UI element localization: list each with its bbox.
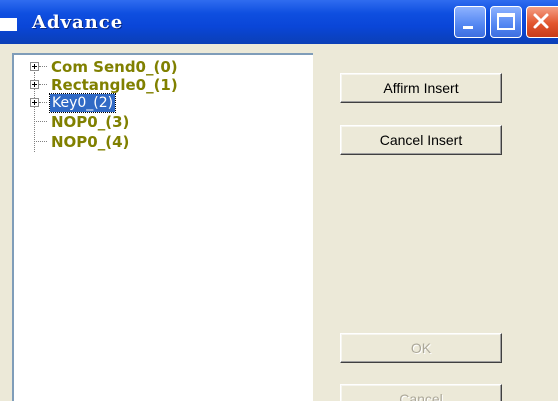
window-title: Advance <box>32 12 124 33</box>
tree-view[interactable]: Com Send0_(0) Rectangle0_(1) Key0_(2) NO… <box>12 53 313 401</box>
tree-item-rectangle[interactable]: Rectangle0_(1) <box>14 76 313 94</box>
expand-plus-icon[interactable] <box>30 62 39 71</box>
tree-item-label: Rectangle0_(1) <box>51 76 178 94</box>
maximize-button[interactable] <box>490 6 522 38</box>
tree-item-com-send[interactable]: Com Send0_(0) <box>14 58 313 76</box>
expand-plus-icon[interactable] <box>30 98 39 107</box>
affirm-insert-button[interactable]: Affirm Insert <box>340 73 502 103</box>
cancel-button[interactable]: Cancel <box>340 384 502 401</box>
tree-item-label: Com Send0_(0) <box>51 58 178 76</box>
maximize-icon <box>497 13 515 30</box>
tree-item-label: NOP0_(3) <box>51 113 130 131</box>
advance-dialog: Advance Com Send0_(0) Rectangle0_(1) Key… <box>0 0 558 401</box>
tree-item-key[interactable]: Key0_(2) <box>14 93 313 113</box>
close-button[interactable] <box>526 6 558 38</box>
window-icon <box>0 18 17 31</box>
tree-item-label: NOP0_(4) <box>51 133 130 151</box>
expand-plus-icon[interactable] <box>30 80 39 89</box>
cancel-insert-button[interactable]: Cancel Insert <box>340 125 502 155</box>
tree-item-label-selected: Key0_(2) <box>48 93 117 113</box>
ok-button[interactable]: OK <box>340 333 502 363</box>
minimize-button[interactable] <box>454 6 486 38</box>
tree-item-nop-3[interactable]: NOP0_(3) <box>14 113 313 131</box>
title-bar[interactable]: Advance <box>0 0 558 44</box>
minimize-icon <box>463 26 473 29</box>
tree-item-nop-4[interactable]: NOP0_(4) <box>14 133 313 151</box>
close-icon <box>533 13 549 29</box>
